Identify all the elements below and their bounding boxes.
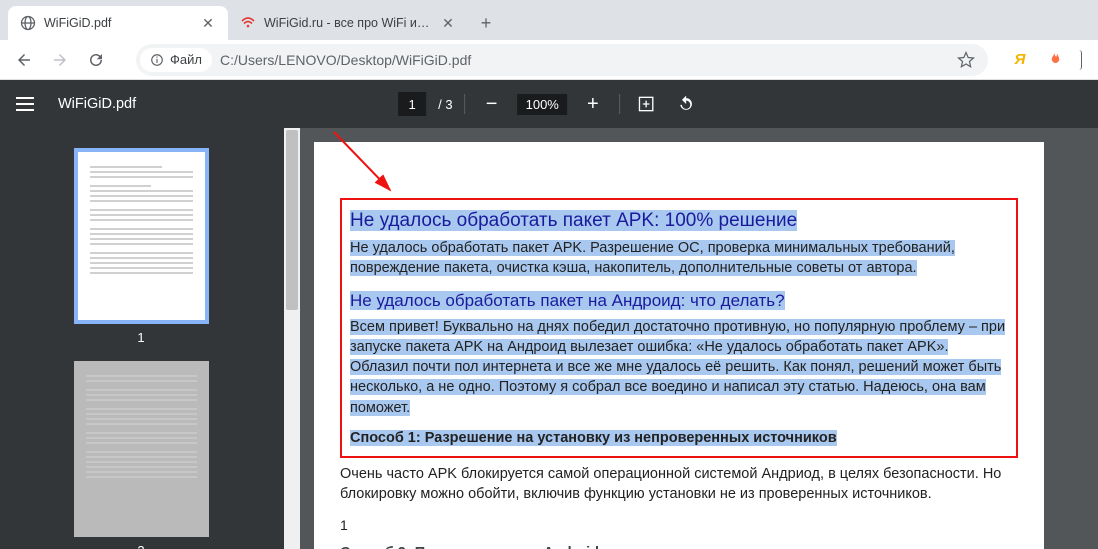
star-icon[interactable] [954,48,978,72]
back-button[interactable] [8,44,40,76]
annotation-box: Не удалось обработать пакет APK: 100% ре… [340,198,1018,458]
zoom-out-button[interactable]: − [478,90,506,118]
pdf-filename: WiFiGiD.pdf [58,96,136,112]
close-icon[interactable]: ✕ [200,15,216,31]
info-icon [150,53,164,67]
ext-more-icon[interactable] [1076,50,1082,70]
fit-page-icon[interactable] [632,90,660,118]
pdf-viewer: WiFiGiD.pdf / 3 − 100% + 1 [0,80,1098,549]
zoom-level: 100% [518,94,567,115]
tab-title: WiFiGid.ru - все про WiFi и бе [264,16,432,30]
pdf-page-controls: / 3 − 100% + [398,90,700,118]
wifi-icon [240,15,256,31]
annotation-arrow [330,128,410,208]
doc-bold: Способ 1: Разрешение на установку из неп… [350,430,1008,446]
address-bar[interactable]: Файл C:/Users/LENOVO/Desktop/WiFiGiD.pdf [136,44,988,76]
page-footer-number: 1 [340,517,1018,533]
url-text: C:/Users/LENOVO/Desktop/WiFiGiD.pdf [220,52,471,68]
doc-heading-1: Не удалось обработать пакет APK: 100% ре… [350,210,1008,232]
menu-icon[interactable] [16,92,40,116]
scrollbar[interactable] [284,128,300,549]
thumbnail-page[interactable] [74,148,209,324]
thumbnail-label: 2 [137,543,144,549]
doc-paragraph: Всем привет! Буквально на днях победил д… [350,317,1008,418]
zoom-in-button[interactable]: + [579,90,607,118]
reload-button[interactable] [80,44,112,76]
tab-title: WiFiGiD.pdf [44,16,192,30]
pdf-page: Не удалось обработать пакет APK: 100% ре… [314,142,1044,549]
tab-strip: WiFiGiD.pdf ✕ WiFiGid.ru - все про WiFi … [0,0,1098,40]
globe-icon [20,15,36,31]
ext-fire-icon[interactable] [1042,48,1066,72]
pdf-toolbar: WiFiGiD.pdf / 3 − 100% + [0,80,1098,128]
doc-paragraph: Очень часто APK блокируется самой операц… [340,464,1018,505]
file-origin-label: Файл [170,52,202,67]
browser-tab-active[interactable]: WiFiGiD.pdf ✕ [8,6,228,40]
extensions-area: Я [1000,48,1090,72]
doc-paragraph: Не удалось обработать пакет APK. Разреше… [350,238,1008,279]
page-area[interactable]: Не удалось обработать пакет APK: 100% ре… [300,128,1098,549]
page-total: / 3 [438,97,452,112]
thumbnail-page[interactable] [74,361,209,537]
close-icon[interactable]: ✕ [440,15,456,31]
thumbnail-panel: 1 2 [0,128,300,549]
browser-tab[interactable]: WiFiGid.ru - все про WiFi и бе ✕ [228,6,468,40]
doc-bold-cutoff: Способ 2: Проверка версии Android и архи… [340,545,1018,549]
page-number-input[interactable] [398,92,426,116]
thumbnail-item[interactable]: 1 [74,148,227,345]
thumbnail-label: 1 [137,330,144,345]
ext-yellow-icon[interactable]: Я [1008,48,1032,72]
browser-toolbar: Файл C:/Users/LENOVO/Desktop/WiFiGiD.pdf… [0,40,1098,80]
thumbnail-item[interactable]: 2 [74,361,227,549]
divider [465,94,466,114]
new-tab-button[interactable]: + [472,9,500,37]
pdf-body: 1 2 Не удалось обработать пакет APK: 100… [0,128,1098,549]
divider [619,94,620,114]
forward-button[interactable] [44,44,76,76]
file-origin-pill[interactable]: Файл [140,48,212,72]
rotate-icon[interactable] [672,90,700,118]
doc-heading-2: Не удалось обработать пакет на Андроид: … [350,291,1008,311]
